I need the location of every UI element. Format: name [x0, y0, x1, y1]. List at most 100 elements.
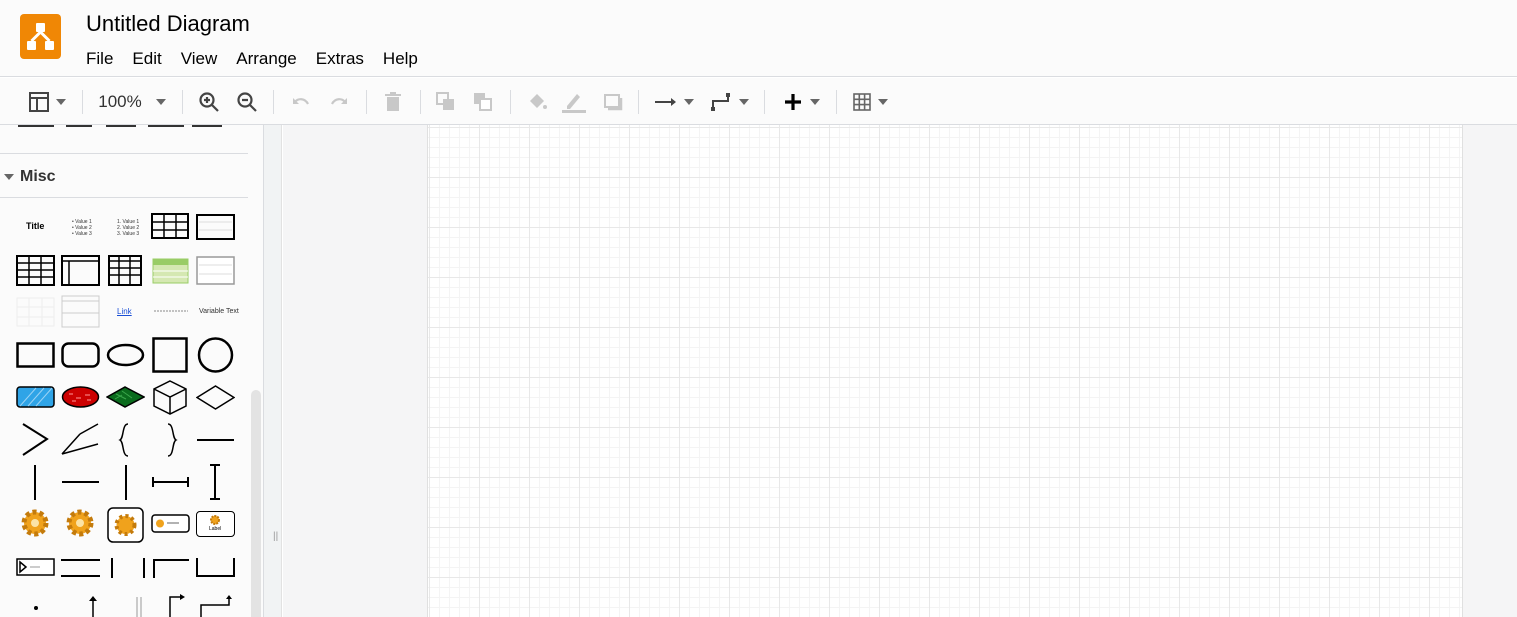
shape-dot[interactable] — [33, 605, 39, 611]
shape-timestamp[interactable] — [154, 309, 188, 313]
toolbar: 100% — [0, 78, 1517, 125]
shape-gear-label-box[interactable]: Label — [196, 511, 235, 537]
shape-horizontal-divider[interactable] — [62, 480, 99, 484]
insert-button[interactable] — [779, 78, 823, 125]
shape-numbered-list[interactable]: 1. Value 1 2. Value 2 3. Value 3 — [117, 219, 139, 237]
divider — [366, 90, 367, 114]
zoom-select[interactable]: 100% — [94, 78, 170, 125]
list-item: 3. Value 3 — [117, 231, 140, 237]
menu-view[interactable]: View — [181, 49, 227, 69]
drawio-logo-icon[interactable] — [20, 14, 61, 59]
shape-green-table[interactable] — [152, 258, 189, 284]
diagram-title[interactable]: Untitled Diagram — [86, 11, 250, 37]
sidebar-scrollbar[interactable] — [251, 390, 261, 617]
fill-color-button[interactable] — [525, 78, 549, 125]
chevron-down-icon — [684, 98, 694, 105]
menu-extras[interactable]: Extras — [316, 49, 373, 69]
zoom-out-icon — [237, 91, 257, 112]
waypoints-button[interactable] — [708, 78, 750, 125]
shape-right-brace[interactable] — [164, 422, 178, 458]
delete-icon — [385, 91, 401, 111]
shape-list-container[interactable] — [61, 255, 100, 286]
delete-button[interactable] — [381, 78, 405, 125]
shape-tree-list[interactable] — [61, 295, 100, 328]
insert-icon — [785, 93, 801, 110]
panel-layout-button[interactable] — [24, 78, 70, 125]
shape-bracket-bottom[interactable] — [196, 558, 235, 578]
shape-left-bracket-line[interactable] — [106, 558, 114, 578]
shape-square[interactable] — [152, 337, 188, 373]
splitter-handle-icon: || — [273, 531, 279, 542]
shape-hatched-rectangle[interactable] — [16, 386, 55, 408]
section-title: Misc — [20, 168, 56, 185]
shape-vertical-divider[interactable] — [124, 465, 128, 500]
menu-arrange[interactable]: Arrange — [236, 49, 305, 69]
shape-double-vertical-line[interactable] — [135, 597, 143, 617]
shape-table-bold[interactable] — [108, 255, 142, 286]
shape-corner-arrow[interactable] — [166, 593, 186, 617]
shape-zigzag-line[interactable] — [20, 422, 50, 457]
shape-gear-label-rect[interactable] — [151, 514, 190, 533]
zoom-in-icon — [199, 91, 219, 112]
to-back-button[interactable] — [471, 78, 495, 125]
shape-circle[interactable] — [197, 337, 234, 373]
undo-icon — [293, 97, 309, 105]
shape-title[interactable]: Title — [26, 221, 44, 231]
shape-table-thick[interactable] — [16, 255, 55, 286]
shape-play-label[interactable] — [16, 558, 55, 576]
gear-icon[interactable] — [18, 505, 52, 541]
canvas-background-left — [283, 125, 427, 617]
shape-cube[interactable] — [153, 380, 187, 415]
gear-icon[interactable] — [63, 505, 97, 541]
connection-button[interactable] — [653, 78, 695, 125]
diagram-canvas[interactable] — [427, 125, 1463, 617]
chevron-down-icon — [878, 98, 888, 105]
shape-left-brace[interactable] — [118, 422, 132, 458]
undo-button[interactable] — [289, 78, 313, 125]
divider — [273, 90, 274, 114]
shadow-button[interactable] — [601, 78, 625, 125]
to-front-button[interactable] — [434, 78, 458, 125]
zoom-out-button[interactable] — [235, 78, 259, 125]
menu-file[interactable]: File — [86, 49, 122, 69]
gear-icon — [210, 515, 220, 525]
shape-gray-value-table[interactable] — [196, 256, 235, 285]
menu-help[interactable]: Help — [383, 49, 427, 69]
gear-box-icon[interactable] — [107, 507, 144, 543]
shape-table-grid[interactable] — [151, 213, 189, 239]
shape-vertical-dimension[interactable] — [208, 463, 222, 501]
shape-red-ellipse[interactable] — [61, 386, 100, 408]
redo-button[interactable] — [327, 78, 351, 125]
shape-rectangle[interactable] — [16, 342, 55, 368]
shape-link[interactable]: Link — [117, 307, 132, 316]
list-item: Value 3 — [75, 231, 92, 237]
fill-color-icon — [530, 93, 547, 109]
shape-vertical-line[interactable] — [33, 465, 37, 500]
shape-horizontal-line[interactable] — [197, 438, 234, 442]
redo-icon — [331, 97, 347, 105]
shape-rounded-rectangle[interactable] — [61, 342, 100, 368]
chevron-down-icon — [739, 98, 749, 105]
zoom-in-button[interactable] — [197, 78, 221, 125]
table-button[interactable] — [849, 78, 891, 125]
shape-horizontal-dimension[interactable] — [151, 475, 190, 489]
shape-value-table[interactable] — [196, 214, 235, 240]
divider — [638, 90, 639, 114]
shape-green-rhombus[interactable] — [106, 386, 145, 408]
line-color-button[interactable] — [561, 78, 587, 125]
shape-diagonal-line[interactable] — [60, 422, 101, 457]
chevron-down-icon — [810, 98, 820, 105]
sidebar-splitter[interactable]: || — [264, 125, 282, 617]
shape-bullet-list[interactable]: • Value 1 • Value 2 • Value 3 — [72, 219, 92, 237]
shape-corner-line[interactable] — [141, 558, 189, 578]
shape-up-arrow[interactable] — [86, 595, 100, 617]
shape-variable-text[interactable]: Variable Text — [199, 308, 239, 315]
shape-step-arrow[interactable] — [200, 595, 234, 617]
section-header-misc[interactable]: Misc — [4, 168, 56, 186]
shape-value-grid[interactable] — [16, 297, 55, 327]
shape-diamond[interactable] — [196, 385, 235, 410]
menu-edit[interactable]: Edit — [132, 49, 170, 69]
shape-double-line[interactable] — [61, 558, 100, 578]
to-front-icon — [436, 91, 454, 110]
shape-ellipse[interactable] — [106, 343, 145, 367]
